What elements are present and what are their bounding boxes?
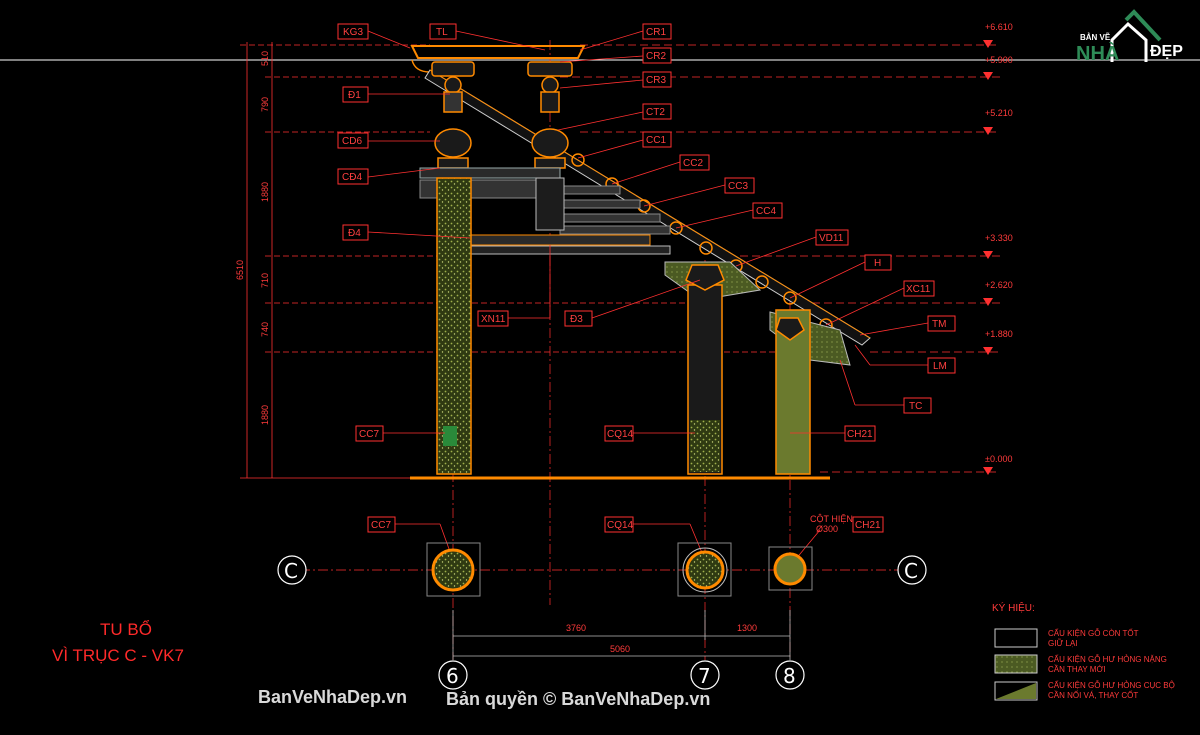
dim-1880-upper: 1880 <box>260 182 270 202</box>
tag-cc7: CC7 <box>359 429 379 440</box>
level-1880: +1.880 <box>985 329 1013 339</box>
drawing-title-line2: VÌ TRỤC C - VK7 <box>52 646 184 665</box>
tag-labels: KG3 TL CR1 CR2 CR3 Đ1 CT2 CD6 CC1 CĐ4 CC… <box>342 27 947 534</box>
legend-item1-line1: CẤU KIỆN GỖ CÒN TỐT <box>1048 628 1139 638</box>
site-logo: BẢN VẼ NHÀ ĐẸP <box>1076 9 1183 65</box>
section-label-left: C <box>284 559 298 583</box>
tag-cr1: CR1 <box>646 27 666 38</box>
section-mark-left: C <box>277 555 307 585</box>
tag-cc1: CC1 <box>646 135 666 146</box>
axis-label-8: 8 <box>783 664 796 688</box>
dim-1300: 1300 <box>737 623 757 633</box>
axis-bubble-8: 8 <box>775 660 805 690</box>
legend-swatch-replace <box>994 654 1038 674</box>
tag-lm: LM <box>933 361 947 372</box>
dim-740: 740 <box>260 322 270 337</box>
dim-710: 710 <box>260 273 270 288</box>
legend-swatch-good <box>994 628 1038 648</box>
tag-h: H <box>874 258 881 269</box>
legend: KÝ HIỆU: CẤU KIỆN GỖ CÒN TỐT GIỮ LẠI CẤU… <box>992 601 1175 701</box>
tag-ct2: CT2 <box>646 107 665 118</box>
tag-cr2: CR2 <box>646 51 666 62</box>
level-labels: +6.610 +5.900 +5.210 +3.330 +2.620 +1.88… <box>985 22 1013 464</box>
tag-xn11: XN11 <box>481 314 506 325</box>
drawing-title-line1: TU BỔ <box>100 620 152 639</box>
legend-item2-line1: CẤU KIỆN GỖ HƯ HỎNG NẶNG <box>1048 654 1167 664</box>
tag-kg3: KG3 <box>343 27 363 38</box>
tag-cc4: CC4 <box>756 206 776 217</box>
dim-overall-6510: 6510 <box>235 260 245 280</box>
tag-cd6: CD6 <box>342 136 362 147</box>
tag-boxes <box>337 23 956 533</box>
tag-tl: TL <box>436 27 448 38</box>
tag-xc11: XC11 <box>906 284 931 295</box>
tag-cr3: CR3 <box>646 75 666 86</box>
dim-3760: 3760 <box>566 623 586 633</box>
axis-bubble-6: 6 <box>438 660 468 690</box>
axis-label-6: 6 <box>446 664 459 688</box>
tag-d4: Đ4 <box>348 228 361 239</box>
note-cot-hien: CỘT HIỆN <box>810 514 853 524</box>
watermark-right: Bản quyền © BanVeNhaDep.vn <box>446 689 710 709</box>
axis-label-7: 7 <box>698 664 711 688</box>
legend-item1-line2: GIỮ LẠI <box>1048 639 1078 648</box>
tag-plan-ch21: CH21 <box>855 520 881 531</box>
tag-cc3: CC3 <box>728 181 748 192</box>
watermark-left: BanVeNhaDep.vn <box>258 687 407 707</box>
tag-cd4: CĐ4 <box>342 172 362 183</box>
logo-main-text: NHÀ <box>1076 42 1119 65</box>
tag-vd11: VD11 <box>819 233 844 244</box>
level-markers <box>983 40 993 475</box>
tag-tm: TM <box>932 319 946 330</box>
tag-plan-cq14: CQ14 <box>607 520 634 531</box>
tag-plan-cc7: CC7 <box>371 520 391 531</box>
logo-top-text: BẢN VẼ <box>1080 33 1111 42</box>
level-2620: +2.620 <box>985 280 1013 290</box>
level-3330: +3.330 <box>985 233 1013 243</box>
column-plans <box>426 542 813 597</box>
logo-tail-text: ĐẸP <box>1150 43 1183 60</box>
dim-1880-lower: 1880 <box>260 405 270 425</box>
legend-item3-line1: CẤU KIỆN GỖ HƯ HỎNG CỤC BỘ <box>1048 680 1175 690</box>
tag-d1: Đ1 <box>348 90 361 101</box>
tag-d3: Đ3 <box>570 314 583 325</box>
dim-790: 790 <box>260 97 270 112</box>
dim-5060: 5060 <box>610 644 630 654</box>
legend-item2-line2: CẦN THAY MỚI <box>1048 664 1106 674</box>
section-mark-right: C <box>897 555 927 585</box>
section-label-right: C <box>904 559 918 583</box>
drawing-canvas: 510 790 1880 710 740 1880 6510 +6.610 +5… <box>0 9 1200 709</box>
dim-510: 510 <box>260 51 270 66</box>
legend-item3-line2: CẦN NỐI VÁ, THAY CỐT <box>1048 690 1138 700</box>
tag-cc2: CC2 <box>683 158 703 169</box>
legend-heading: KÝ HIỆU: <box>992 601 1035 614</box>
level-6610: +6.610 <box>985 22 1013 32</box>
tag-ch21: CH21 <box>847 429 873 440</box>
level-5900: +5.900 <box>985 55 1013 65</box>
tag-cq14: CQ14 <box>607 429 634 440</box>
level-0000: ±0.000 <box>985 454 1012 464</box>
level-5210: +5.210 <box>985 108 1013 118</box>
axis-bubble-7: 7 <box>690 660 720 690</box>
vertical-dimension-labels: 510 790 1880 710 740 1880 6510 <box>235 51 270 425</box>
tag-tc: TC <box>909 401 922 412</box>
note-size: Ø300 <box>816 524 838 534</box>
